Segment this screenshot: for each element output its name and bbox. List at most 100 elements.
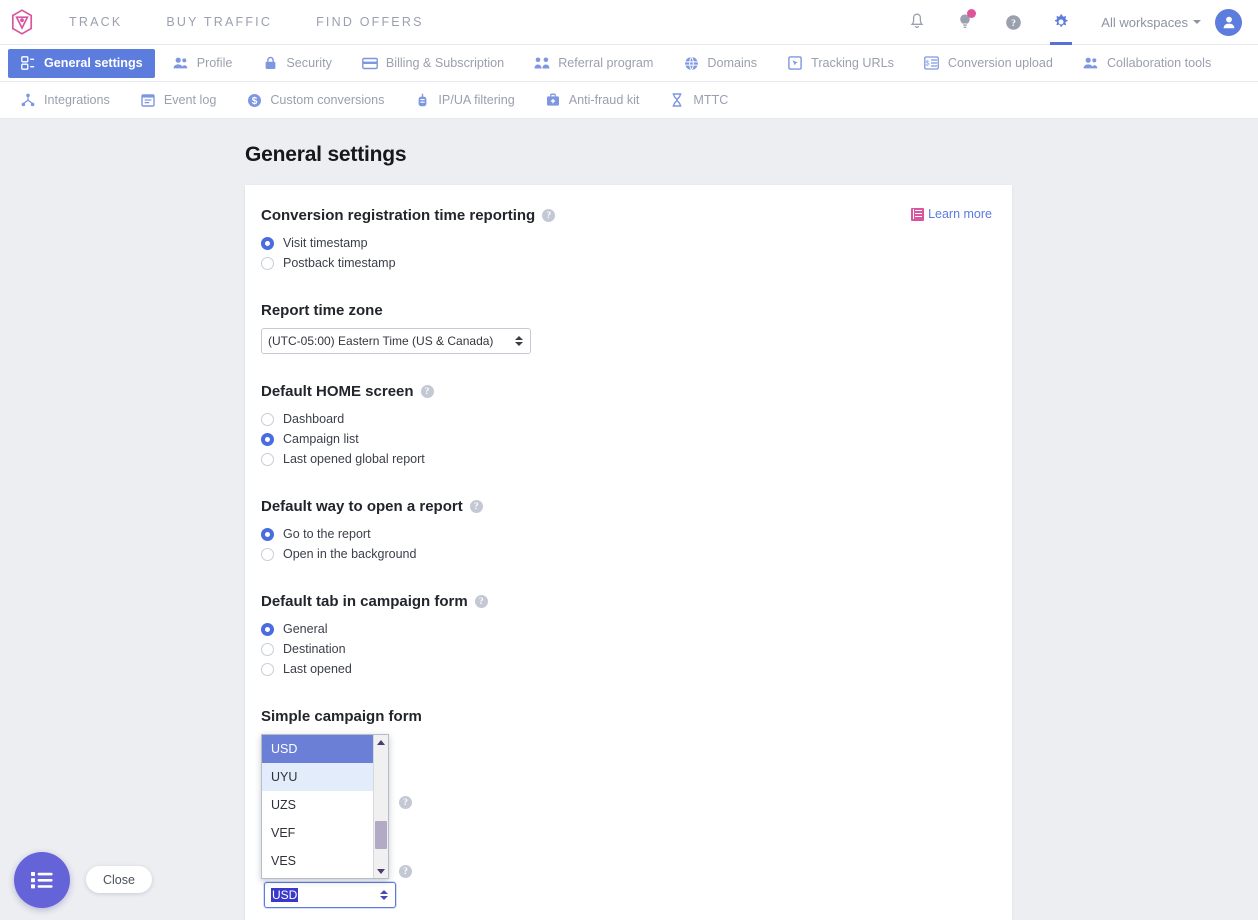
tab-ip-ua-filtering[interactable]: IP/UA filtering [402, 86, 526, 115]
tab-label: General settings [44, 56, 143, 70]
tab-domains[interactable]: Domains [671, 49, 769, 78]
tab-conversion-upload[interactable]: $ Conversion upload [912, 49, 1065, 78]
radio-indicator [261, 433, 274, 446]
help-icon[interactable]: ? [475, 595, 488, 608]
help-icon[interactable]: ? [421, 385, 434, 398]
brand-link-track[interactable]: TRACK [47, 15, 144, 29]
page-body: General settings Learn more Conversion r… [0, 119, 1258, 920]
timezone-value: (UTC-05:00) Eastern Time (US & Canada) [268, 334, 493, 348]
avatar[interactable] [1215, 9, 1242, 36]
radio-label: Destination [283, 642, 346, 656]
radio-indicator [261, 623, 274, 636]
radio-postback-timestamp[interactable]: Postback timestamp [261, 253, 992, 273]
tab-integrations[interactable]: Integrations [8, 86, 122, 115]
svg-text:?: ? [1011, 19, 1016, 29]
tab-security[interactable]: Security [250, 49, 344, 78]
currency-dropdown-list[interactable]: USD UYU UZS VEF VES [261, 734, 389, 879]
brand-link-buy-traffic[interactable]: BUY TRAFFIC [144, 15, 294, 29]
workspace-selector[interactable]: All workspaces [1085, 15, 1215, 30]
radio-tab-destination[interactable]: Destination [261, 639, 992, 659]
scroll-down-arrow-icon[interactable] [374, 864, 388, 878]
tab-tracking-urls[interactable]: Tracking URLs [775, 49, 906, 78]
settings-tabs-row-2: Integrations Event log $ Custom conversi… [0, 82, 1258, 119]
radio-indicator [261, 663, 274, 676]
radio-go-to-report[interactable]: Go to the report [261, 524, 992, 544]
tips-button[interactable] [941, 0, 989, 45]
people-icon [1083, 55, 1099, 71]
tab-collaboration-tools[interactable]: Collaboration tools [1071, 49, 1223, 78]
section-heading: Report time zone [261, 302, 383, 319]
currency-field-area: ? ? USD UYU UZS [261, 734, 992, 914]
tab-profile[interactable]: Profile [161, 49, 245, 78]
option-label: VES [271, 854, 296, 868]
timezone-select[interactable]: (UTC-05:00) Eastern Time (US & Canada) [261, 328, 531, 354]
radio-indicator [261, 453, 274, 466]
radio-tab-general[interactable]: General [261, 619, 992, 639]
dropdown-scrollbar[interactable] [373, 735, 388, 878]
radio-label: General [283, 622, 327, 636]
app-logo[interactable] [5, 9, 39, 35]
currency-option-vef[interactable]: VEF [262, 819, 373, 847]
menu-fab-button[interactable] [14, 852, 70, 908]
tab-mttc[interactable]: MTTC [657, 86, 740, 115]
dollar-circle-icon: $ [246, 92, 262, 108]
currency-option-uzs[interactable]: UZS [262, 791, 373, 819]
help-icon[interactable]: ? [399, 865, 412, 878]
tab-anti-fraud-kit[interactable]: Anti-fraud kit [533, 86, 652, 115]
settings-card-content: Learn more Conversion registration time … [261, 207, 992, 914]
section-heading: Default HOME screen [261, 383, 414, 400]
radio-indicator [261, 413, 274, 426]
section-heading: Default way to open a report [261, 498, 463, 515]
close-button[interactable]: Close [86, 866, 152, 893]
currency-value: USD [271, 888, 298, 902]
tab-label: Referral program [558, 56, 653, 70]
scrollbar-thumb[interactable] [375, 821, 387, 849]
radio-label: Dashboard [283, 412, 344, 426]
settings-panel-icon [20, 55, 36, 71]
tab-label: Domains [707, 56, 757, 70]
scroll-up-arrow-icon[interactable] [374, 735, 388, 749]
learn-more-link[interactable]: Learn more [911, 207, 992, 221]
tab-event-log[interactable]: Event log [128, 86, 229, 115]
briefcase-plus-icon [545, 92, 561, 108]
tab-custom-conversions[interactable]: $ Custom conversions [234, 86, 396, 115]
option-label: UZS [271, 798, 296, 812]
help-icon[interactable]: ? [542, 209, 555, 222]
radio-campaign-list[interactable]: Campaign list [261, 429, 992, 449]
help-icon[interactable]: ? [399, 796, 412, 809]
tab-billing-subscription[interactable]: Billing & Subscription [350, 49, 516, 78]
section-heading: Simple campaign form [261, 708, 422, 725]
brand-nav: TRACK BUY TRAFFIC FIND OFFERS [47, 15, 446, 29]
help-icon[interactable]: ? [470, 500, 483, 513]
section-heading: Default tab in campaign form [261, 593, 468, 610]
currency-option-usd[interactable]: USD [262, 735, 373, 763]
section-heading: Conversion registration time reporting [261, 207, 535, 224]
scrollbar-track[interactable] [374, 749, 388, 864]
radio-dashboard[interactable]: Dashboard [261, 409, 992, 429]
learn-more-label: Learn more [928, 207, 992, 221]
filter-lock-icon [414, 92, 430, 108]
notifications-button[interactable] [893, 0, 941, 45]
tab-general-settings[interactable]: General settings [8, 49, 155, 78]
currency-select[interactable]: USD [264, 882, 396, 908]
workspace-label: All workspaces [1101, 15, 1188, 30]
radio-visit-timestamp[interactable]: Visit timestamp [261, 233, 992, 253]
tab-label: Anti-fraud kit [569, 93, 640, 107]
radio-open-in-background[interactable]: Open in the background [261, 544, 992, 564]
tab-referral-program[interactable]: Referral program [522, 49, 665, 78]
radio-last-opened-global-report[interactable]: Last opened global report [261, 449, 992, 469]
globe-icon [683, 55, 699, 71]
settings-button[interactable] [1037, 0, 1085, 45]
currency-option-ves[interactable]: VES [262, 847, 373, 875]
simple-campaign-form-title: Simple campaign form [261, 708, 992, 725]
gear-icon [1052, 13, 1070, 31]
open-report-title: Default way to open a report ? [261, 498, 992, 515]
svg-text:$: $ [926, 60, 930, 67]
brand-link-find-offers[interactable]: FIND OFFERS [294, 15, 446, 29]
radio-tab-last-opened[interactable]: Last opened [261, 659, 992, 679]
tab-label: Collaboration tools [1107, 56, 1211, 70]
currency-option-uyu[interactable]: UYU [262, 763, 373, 791]
radio-label: Last opened global report [283, 452, 425, 466]
help-button[interactable]: ? [989, 0, 1037, 45]
page-title: General settings [245, 143, 1258, 167]
